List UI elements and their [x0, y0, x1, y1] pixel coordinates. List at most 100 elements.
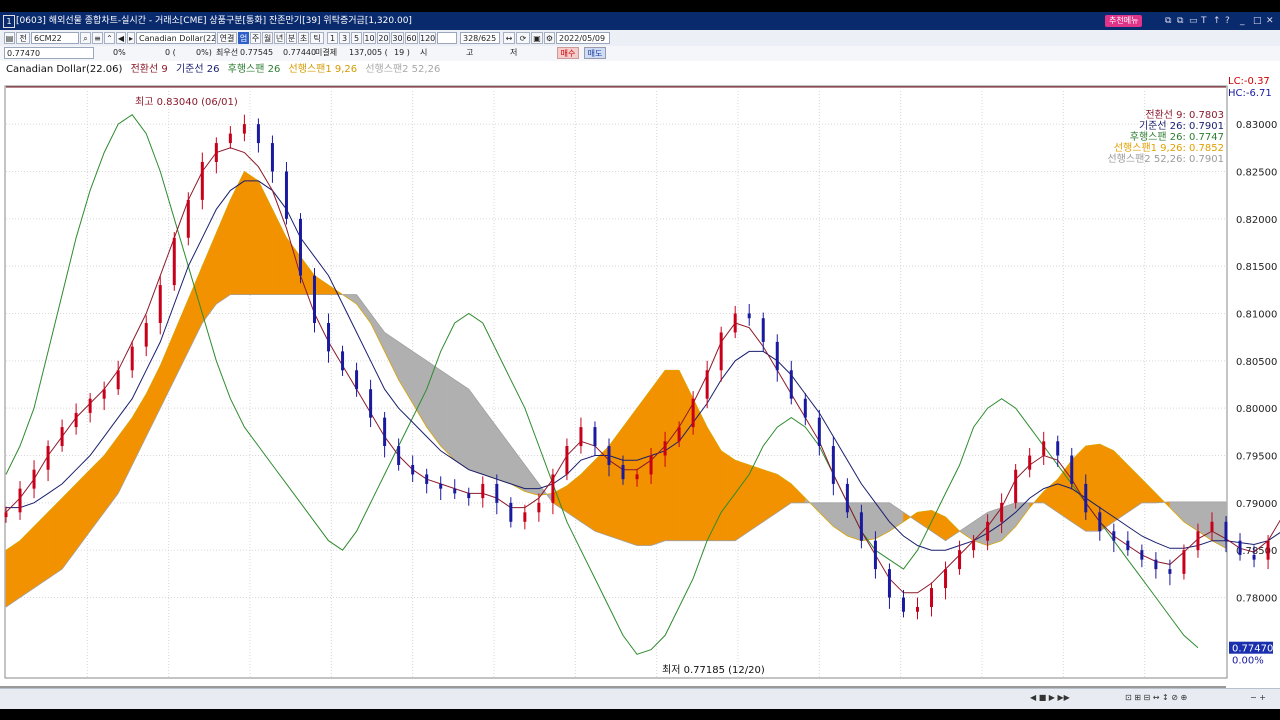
hc-label: HC:-6.71 — [1228, 88, 1272, 99]
list-icon[interactable]: ≡ — [92, 32, 103, 44]
candle-down — [439, 483, 443, 489]
bid-price: 0.77545 — [240, 48, 274, 57]
next-arrow-icon[interactable]: ▸ — [127, 32, 135, 44]
indicator-value-label: 기준선 26: 0.7901 — [1139, 120, 1224, 132]
recommend-menu-button[interactable]: 추천메뉴 — [1105, 15, 1143, 27]
interval-60[interactable]: 60 — [405, 32, 418, 44]
bar-count-field[interactable]: 328/625 — [460, 32, 500, 44]
candle-down — [313, 275, 317, 323]
candle-up — [242, 124, 246, 134]
chevron-up-icon[interactable]: ⌃ — [104, 32, 115, 44]
gear-icon[interactable]: ⚙ — [544, 32, 555, 44]
help-icon[interactable]: ? — [1225, 12, 1230, 30]
period-minute[interactable]: 분 — [286, 32, 297, 44]
symbol-code-input[interactable]: 6CM22 — [31, 32, 79, 44]
candle-up — [537, 502, 541, 513]
search-icon[interactable]: ⌕ — [80, 32, 91, 44]
interval-20[interactable]: 20 — [377, 32, 390, 44]
candle-down — [803, 398, 807, 418]
linked-state-toggle[interactable]: 엄 — [238, 32, 249, 44]
zoom-tool-icons[interactable]: ⊡ ⊞ ⊟ ↔ ↕ ⊘ ⊕ — [1125, 693, 1187, 702]
text-icon[interactable]: T — [1201, 12, 1207, 30]
candle-down — [425, 474, 429, 484]
zoom-icon[interactable]: ↔ — [503, 32, 515, 44]
refresh-icon[interactable]: ⟳ — [516, 32, 530, 44]
chart-settings-icon[interactable]: ▤ — [4, 32, 15, 44]
interval-1[interactable]: 1 — [327, 32, 338, 44]
period-month[interactable]: 월 — [262, 32, 273, 44]
buy-order-button[interactable]: 매수 — [557, 47, 579, 59]
interval-custom-input[interactable] — [437, 32, 457, 44]
candle-down — [495, 483, 499, 503]
plot-background — [0, 61, 1280, 708]
interval-5[interactable]: 5 — [351, 32, 362, 44]
candle-down — [1168, 569, 1172, 574]
candle-down — [1224, 521, 1228, 541]
sell-order-button[interactable]: 매도 — [584, 47, 606, 59]
candle-down — [1252, 554, 1256, 560]
candle-up — [158, 285, 162, 323]
linked-contract-button[interactable]: 연결 — [217, 32, 237, 44]
link-icon[interactable]: ⧉ — [1165, 12, 1171, 30]
cloud-bull-segment — [734, 459, 750, 542]
cloud-bull-segment — [678, 370, 694, 541]
market-selector[interactable]: 전 — [16, 32, 30, 44]
candle-up — [551, 474, 555, 503]
candle-up — [1028, 455, 1032, 470]
cloud-bull-segment — [636, 388, 652, 546]
ichimoku-chart[interactable]: 0.83000 0.82500 0.82000 0.81500 0.81000 0.805… — [0, 61, 1280, 708]
candle-down — [761, 318, 765, 342]
candle-down — [355, 370, 359, 390]
scroll-nav-icons[interactable]: ◀ ■ ▶ ▶▶ — [1030, 693, 1070, 702]
pin-icon[interactable]: ↑ — [1213, 12, 1221, 30]
candle-down — [817, 417, 821, 447]
candle-up — [88, 398, 92, 413]
interval-3[interactable]: 3 — [339, 32, 350, 44]
candle-down — [845, 483, 849, 513]
open-interest-label: 미결제 — [315, 48, 338, 57]
candle-down — [1098, 512, 1102, 532]
candle-down — [1056, 441, 1060, 456]
open-interest-change: 19 ) — [394, 48, 410, 57]
period-tick[interactable]: 틱 — [310, 32, 324, 44]
candle-up — [1014, 469, 1018, 503]
candle-down — [859, 512, 863, 541]
period-year[interactable]: 년 — [274, 32, 285, 44]
close-icon[interactable]: ✕ — [1266, 12, 1274, 30]
indicator-value-label: 선행스팬2 52,26: 0.7901 — [1107, 153, 1224, 165]
save-icon[interactable]: ▣ — [531, 32, 543, 44]
date-field[interactable]: 2022/05/09 — [556, 32, 610, 44]
candle-down — [509, 502, 513, 522]
candle-up — [481, 483, 485, 499]
y-tick-label: 0.78500 — [1236, 546, 1277, 557]
period-week[interactable]: 주 — [250, 32, 261, 44]
interval-120[interactable]: 120 — [419, 32, 436, 44]
cloud-bull-segment — [664, 370, 680, 541]
current-price-value: 0.77470 — [1232, 644, 1273, 655]
window-title: [0603] 해외선물 종합차트-실시간 - 거래소[CME] 상품구분[통화]… — [16, 16, 412, 26]
candle-down — [383, 417, 387, 447]
cloud-bull-segment — [622, 407, 638, 546]
layout-icon[interactable]: ▭ — [1189, 12, 1198, 30]
minimize-icon[interactable]: _ — [1240, 12, 1245, 30]
cloud-bull-segment — [594, 445, 610, 537]
y-tick-label: 0.81000 — [1236, 309, 1277, 320]
y-tick-label: 0.80000 — [1236, 404, 1277, 415]
cloud-bull-segment — [5, 540, 21, 608]
cloud-bear-segment — [454, 379, 470, 471]
period-second[interactable]: 초 — [298, 32, 309, 44]
interval-10[interactable]: 10 — [363, 32, 376, 44]
zoom-plus-minus-icons[interactable]: − + — [1250, 693, 1266, 702]
cloud-bull-segment — [608, 426, 624, 542]
copy-icon[interactable]: ⧉ — [1177, 12, 1183, 30]
y-tick-label: 0.83000 — [1236, 120, 1277, 131]
candle-down — [621, 464, 625, 480]
candle-up — [1000, 502, 1004, 522]
candle-up — [986, 521, 990, 541]
maximize-icon[interactable]: □ — [1253, 12, 1262, 30]
candle-down — [607, 446, 611, 465]
cloud-bear-segment — [1211, 501, 1227, 549]
prev-arrow-icon[interactable]: ◀ — [116, 32, 126, 44]
candle-up — [733, 313, 737, 333]
interval-30[interactable]: 30 — [391, 32, 404, 44]
